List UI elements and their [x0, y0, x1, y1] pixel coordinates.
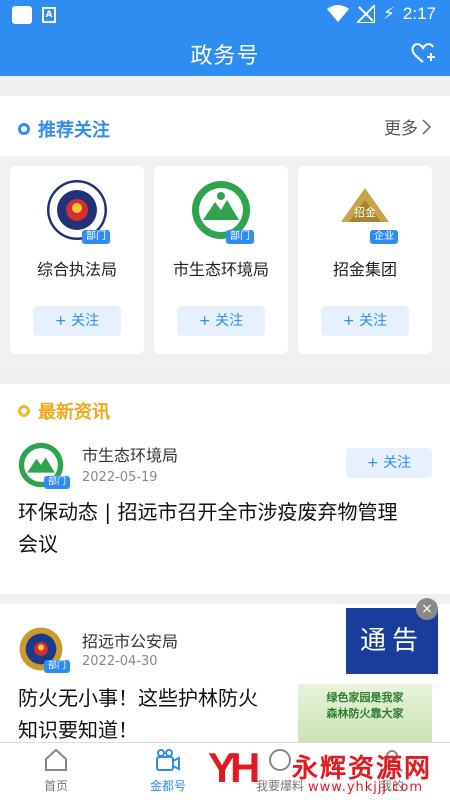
- category-tag: 部门: [82, 230, 110, 244]
- status-time: 2:17: [402, 4, 436, 23]
- follow-button[interactable]: + 关注: [177, 306, 265, 336]
- thumbnail-caption: 绿色家园是我家: [326, 691, 404, 704]
- news-thumbnail[interactable]: 绿色家园是我家 森林防火靠大家: [298, 684, 432, 746]
- news-date: 2022-05-19: [82, 470, 158, 485]
- follow-button[interactable]: + 关注: [33, 306, 121, 336]
- svg-text:招金: 招金: [354, 205, 376, 219]
- account-name: 综合执法局: [36, 260, 117, 279]
- keyboard-icon: A: [42, 7, 56, 23]
- tab-label: 首页: [43, 779, 68, 793]
- category-tag: 企业: [370, 230, 398, 244]
- account-card[interactable]: 部门 综合执法局 + 关注: [10, 166, 144, 354]
- close-icon[interactable]: ×: [416, 598, 438, 620]
- news-title: 最新资讯: [38, 402, 110, 423]
- circle-bullet-icon: [18, 405, 30, 417]
- title-bar: 政务号: [0, 30, 450, 76]
- category-tag: 部门: [226, 230, 254, 244]
- home-icon: [45, 748, 67, 771]
- watermark-logo-icon: YH: [208, 744, 260, 791]
- news-section: 最新资讯 部门 市生态环境局 2022-05-19 + 关注 环保动态 | 招远…: [0, 384, 450, 594]
- news-headline[interactable]: 环保动态 | 招远市召开全市涉疫废弃物管理 会议: [18, 496, 397, 560]
- headline-line: 防火无小事！这些护林防火: [18, 686, 258, 710]
- recommend-header: 推荐关注: [18, 116, 110, 142]
- notification-icon: [12, 6, 32, 24]
- recommend-section: 推荐关注 更多 部门 综合执法局 + 关注 部门 市生态环境局 + 关注 招金 …: [0, 96, 450, 366]
- recommend-title: 推荐关注: [38, 120, 110, 141]
- follow-button[interactable]: + 关注: [346, 448, 432, 478]
- follow-button[interactable]: + 关注: [321, 306, 409, 336]
- news-headline[interactable]: 防火无小事！这些护林防火 知识要知道！: [18, 682, 288, 746]
- tab-home[interactable]: 首页: [0, 747, 112, 794]
- news-author[interactable]: 招远市公安局: [82, 628, 178, 652]
- circle-bullet-icon: [18, 123, 30, 135]
- more-link[interactable]: 更多: [384, 114, 432, 139]
- news-header: 最新资讯: [18, 398, 110, 424]
- account-card[interactable]: 招金 企业 招金集团 + 关注: [298, 166, 432, 354]
- status-bar: A ⚡ 2:17: [0, 0, 450, 30]
- account-card[interactable]: 部门 市生态环境局 + 关注: [154, 166, 288, 354]
- recommend-cards: 部门 综合执法局 + 关注 部门 市生态环境局 + 关注 招金 企业 招金集团 …: [0, 156, 450, 366]
- tab-label: 金都号: [149, 779, 186, 793]
- thumbnail-caption: 森林防火靠大家: [326, 707, 404, 720]
- wifi-icon: [326, 5, 349, 22]
- account-name: 招金集团: [332, 260, 397, 279]
- chevron-right-icon: [422, 118, 432, 135]
- headline-line: 环保动态 | 招远市召开全市涉疫废弃物管理: [18, 500, 398, 524]
- watermark: YH 永辉资源网 www.yhkjjj.com: [200, 744, 450, 800]
- more-label: 更多: [384, 119, 418, 139]
- news-author[interactable]: 市生态环境局: [82, 442, 178, 466]
- category-tag: 部门: [44, 660, 71, 673]
- category-tag: 部门: [44, 476, 71, 489]
- account-name: 市生态环境局: [172, 260, 269, 279]
- battery-icon: ⚡: [382, 4, 395, 24]
- watermark-url: www.yhkjjj.com: [308, 780, 424, 795]
- headline-line: 会议: [18, 532, 58, 556]
- news-date: 2022-04-30: [82, 654, 158, 669]
- video-camera-icon: [156, 749, 180, 771]
- page-title: 政务号: [190, 44, 260, 69]
- favorite-add-icon[interactable]: [410, 40, 436, 66]
- signal-icon: [356, 5, 375, 23]
